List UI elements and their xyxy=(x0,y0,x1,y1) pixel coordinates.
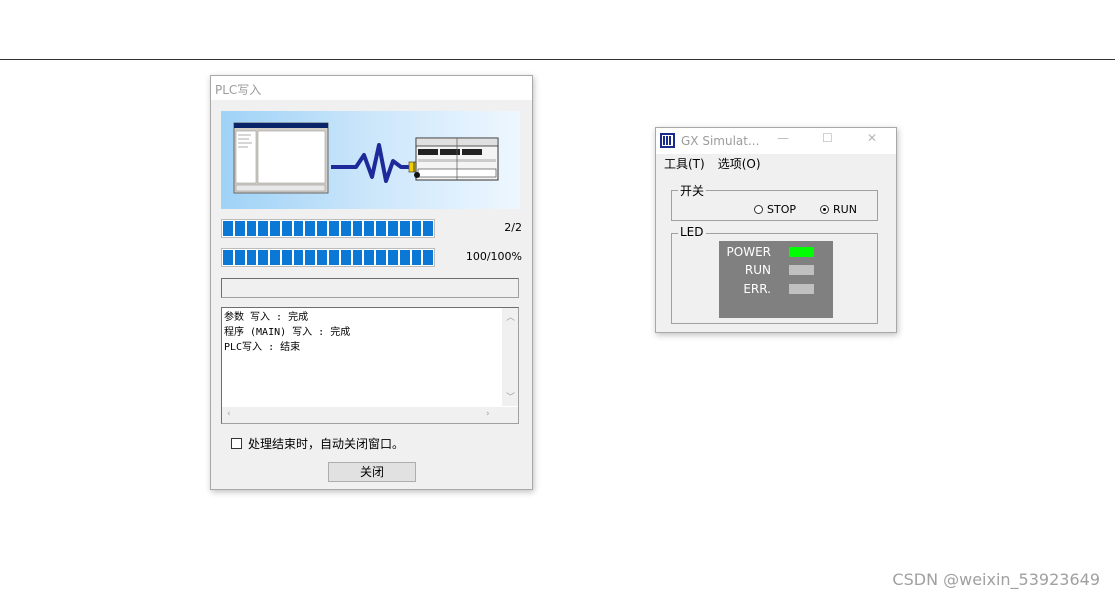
log-line: PLC写入 : 结束 xyxy=(224,342,301,353)
scroll-left-icon[interactable]: ‹ xyxy=(227,409,231,419)
led-row-err: ERR. xyxy=(743,282,814,296)
switch-group-label: 开关 xyxy=(678,182,707,199)
gx-simulator-window: GX Simulat... — ☐ ✕ 工具(T) 选项(O) 开关 STOP … xyxy=(655,127,897,333)
scroll-right-icon[interactable]: › xyxy=(486,409,490,419)
radio-circle-selected-icon[interactable] xyxy=(820,205,829,214)
transfer-banner-image xyxy=(221,111,520,209)
window-titlebar[interactable]: GX Simulat... — ☐ ✕ xyxy=(656,128,896,154)
close-button[interactable]: 关闭 xyxy=(328,462,416,482)
led-row-run: RUN xyxy=(745,263,814,277)
switch-group: 开关 STOP RUN xyxy=(671,182,878,221)
horizontal-scrollbar[interactable]: ‹ › xyxy=(222,407,502,423)
log-line: 参数 写入 : 完成 xyxy=(224,312,309,323)
top-divider-line xyxy=(0,59,1115,60)
dialog-titlebar[interactable]: PLC写入 xyxy=(211,76,532,100)
scroll-down-icon[interactable]: ﹀ xyxy=(506,390,515,403)
led-label-power: POWER xyxy=(726,245,771,259)
radio-stop-label: STOP xyxy=(767,203,796,216)
radio-circle-icon[interactable] xyxy=(754,205,763,214)
led-label-run: RUN xyxy=(744,263,771,277)
log-line: 程序 (MAIN) 写入 : 完成 xyxy=(224,327,351,338)
maximize-icon[interactable]: ☐ xyxy=(822,131,833,145)
watermark-text: CSDN @weixin_53923649 xyxy=(892,570,1100,589)
radio-run-label: RUN xyxy=(833,203,857,216)
plc-write-dialog: PLC写入 2/2 100/100% 参数 写入: 完成 程序 (MAIN) … xyxy=(210,75,533,490)
auto-close-checkbox[interactable] xyxy=(231,438,242,449)
scroll-up-icon[interactable]: ︿ xyxy=(506,310,515,323)
minimize-icon[interactable]: — xyxy=(777,131,789,145)
led-panel: POWER RUN ERR. xyxy=(719,241,833,318)
close-window-icon[interactable]: ✕ xyxy=(867,131,877,145)
led-run-indicator xyxy=(789,265,814,275)
menu-tools[interactable]: 工具(T) xyxy=(664,155,705,172)
radio-run[interactable]: RUN xyxy=(820,203,857,216)
computer-window-icon xyxy=(233,122,329,194)
log-textarea[interactable]: 参数 写入 : 完成 程序 (MAIN) 写入 : 完成 PLC写入 : 结束 … xyxy=(221,307,519,424)
signal-wave-icon xyxy=(331,143,411,183)
overall-progress-bar xyxy=(221,219,435,238)
step-progress-text: 100/100% xyxy=(465,250,522,263)
window-title: GX Simulat... xyxy=(681,134,760,148)
led-err-indicator xyxy=(789,284,814,294)
dialog-title: PLC写入 xyxy=(215,83,262,97)
scrollbar-corner xyxy=(502,407,518,423)
app-icon xyxy=(660,133,675,148)
menu-bar: 工具(T) 选项(O) xyxy=(664,155,761,172)
radio-stop[interactable]: STOP xyxy=(754,203,796,216)
step-progress-bar xyxy=(221,248,435,267)
auto-close-option[interactable]: 处理结束时，自动关闭窗口。 xyxy=(231,435,404,452)
menu-options[interactable]: 选项(O) xyxy=(718,155,761,172)
plc-unit-icon xyxy=(414,137,499,181)
led-power-indicator xyxy=(789,247,814,257)
log-lines: 参数 写入 : 完成 程序 (MAIN) 写入 : 完成 PLC写入 : 结束 xyxy=(224,310,350,355)
led-group: LED POWER RUN ERR. xyxy=(671,225,878,324)
led-group-label: LED xyxy=(678,225,706,239)
status-field xyxy=(221,278,519,298)
led-row-power: POWER xyxy=(727,245,814,259)
auto-close-label: 处理结束时，自动关闭窗口。 xyxy=(248,437,405,451)
vertical-scrollbar[interactable]: ︿ ﹀ xyxy=(502,308,518,406)
overall-progress-text: 2/2 xyxy=(504,221,522,234)
led-label-err: ERR. xyxy=(743,282,771,296)
